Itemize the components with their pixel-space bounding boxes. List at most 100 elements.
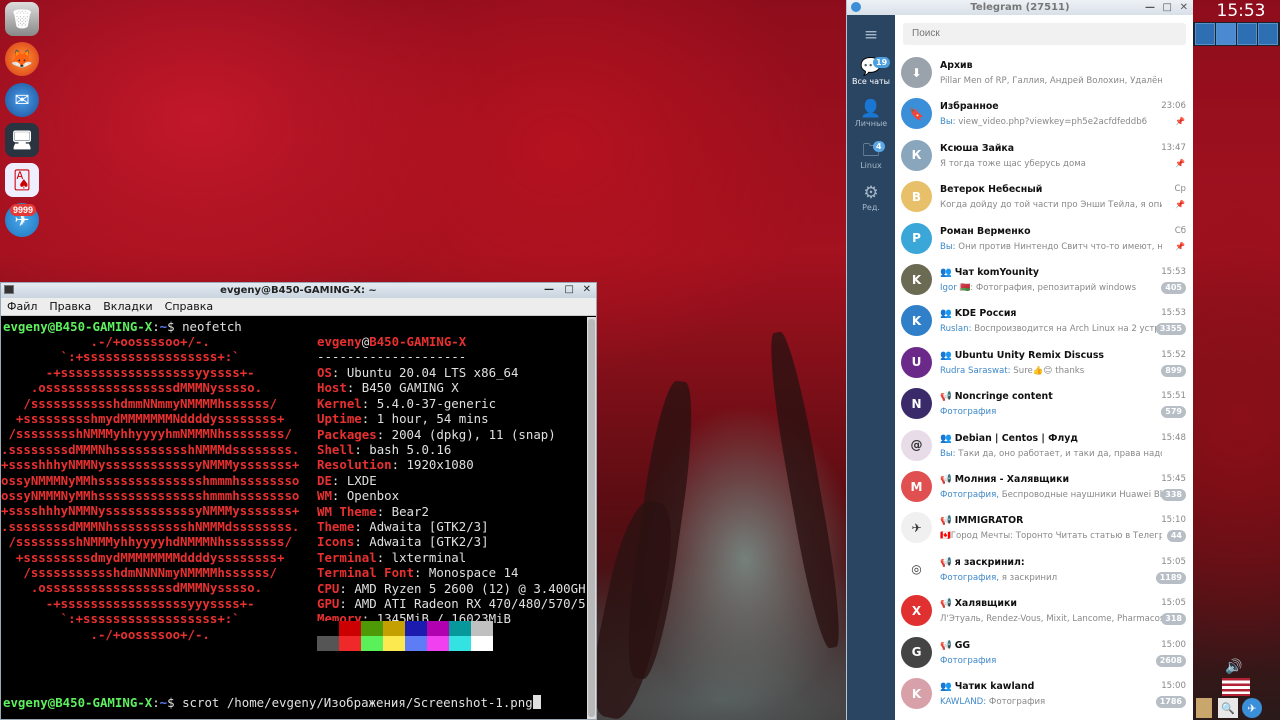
telegram-window[interactable]: Telegram (27511) — □ ✕ ≡ 💬 Все чаты 19 👤 Лич…	[846, 0, 1193, 720]
scrollbar-thumb[interactable]	[588, 319, 595, 717]
hamburger-menu-icon[interactable]: ≡	[847, 25, 895, 45]
palette-swatch	[471, 621, 493, 636]
keyboard-layout-flag-icon[interactable]	[1222, 678, 1250, 696]
unread-badge: 405	[1161, 282, 1186, 294]
folder-0[interactable]: 💬 Все чаты 19	[847, 57, 895, 86]
chat-list-item[interactable]: G 📢 GG 15:00 Фотография 2608	[895, 632, 1194, 673]
info-line: Theme: Adwaita [GTK2/3]	[317, 519, 489, 534]
menu-edit[interactable]: Правка	[49, 300, 91, 313]
chat-name: 📢 Молния - Халявщики	[940, 474, 1070, 485]
volume-icon[interactable]: 🔊	[1222, 656, 1246, 678]
chat-preview: Я тогда тоже щас уберусь дома	[940, 158, 1086, 169]
info-value: 1920x1080	[406, 457, 474, 473]
unread-badge: 1786	[1155, 696, 1186, 708]
palette-swatch	[427, 636, 449, 651]
chat-name: 👥 Debian | Centos | Флуд	[940, 432, 1078, 444]
neofetch-user-host: evgeny@B450-GAMING-X	[317, 334, 467, 349]
thunderbird-icon[interactable]: ✉	[5, 83, 39, 117]
unread-badge: 338	[1161, 489, 1186, 501]
chat-time: 15:51	[1161, 391, 1186, 402]
info-value: 5.4.0-37-generic	[376, 395, 497, 411]
search-input[interactable]	[903, 23, 1186, 45]
clock[interactable]: 15:53	[1202, 0, 1280, 22]
folder-3[interactable]: ⚙ Ред.	[847, 183, 895, 212]
terminal-scrollbar[interactable]	[587, 317, 596, 719]
terminal-titlebar[interactable]: evgeny@B450-GAMING-X: ~ — □ ✕	[1, 283, 596, 298]
cards-icon[interactable]: 🂡	[5, 163, 39, 197]
chat-list-item[interactable]: 🔖 Избранное 23:06 Вы: view_video.php?viewke…	[895, 93, 1194, 134]
telegram-title: Telegram (27511)	[970, 2, 1070, 13]
folder-icon: ⚙	[863, 183, 879, 203]
desktop-2[interactable]	[1216, 23, 1236, 45]
menu-file[interactable]: Файл	[7, 300, 37, 313]
info-line: GPU: AMD ATI Radeon RX 470/480/570/5	[317, 596, 586, 611]
info-value: AMD ATI Radeon RX 470/480/570/5	[354, 596, 586, 611]
chat-list-item[interactable]: М 📢 Молния - Халявщики 15:45 Фотография, Бес…	[895, 466, 1194, 507]
telegram-tray-icon[interactable]: ✈	[1242, 698, 1262, 718]
info-line: WM Theme: Bear2	[317, 503, 429, 519]
menu-help[interactable]: Справка	[165, 300, 213, 313]
chat-avatar: Р	[901, 222, 932, 254]
terminal-output[interactable]: evgeny@B450-GAMING-X:~$ neofetch .-/+oos…	[1, 317, 587, 719]
palette-swatch	[339, 636, 361, 651]
chat-list-item[interactable]: ◎ 📢 я заскринил: 15:05 Фотография, я заскрин…	[895, 549, 1194, 590]
chat-list-item[interactable]: Р Роман Верменко Сб Вы: Они против Нинтендо…	[895, 218, 1194, 259]
telegram-titlebar[interactable]: Telegram (27511) — □ ✕	[847, 0, 1193, 15]
info-key: CPU	[317, 580, 340, 596]
chat-list-item[interactable]: ⬇ Архив Pillar Men of RP, Галлия, Андрей В…	[895, 52, 1194, 93]
folder-1[interactable]: 👤 Личные	[847, 99, 895, 128]
info-value: LXDE	[346, 472, 377, 488]
minimize-icon[interactable]: —	[544, 284, 554, 295]
monitor-icon[interactable]: 🖥	[5, 123, 39, 157]
chat-name: 📢 Noncringe content	[940, 391, 1053, 403]
chat-list-item[interactable]: K 👥 Чатик kawland 15:00 KAWLAND: Фотография 1…	[895, 673, 1194, 714]
folder-label: Linux	[860, 161, 882, 170]
logo-line: .osssssssssssssssssdMMMNysssso.	[1, 380, 263, 396]
chat-list-item[interactable]: K 👥 KDE Россия 15:53 Ruslan: Воспроизводится…	[895, 300, 1194, 341]
clipboard-icon[interactable]	[1196, 698, 1212, 718]
logo-line: .ssssssssdMMMNhsssssssssshNMMMdssssssss.	[1, 441, 300, 457]
desktop-1[interactable]	[1195, 23, 1215, 45]
chat-preview: Вы: Они против Нинтендо Свитч что-то име…	[940, 241, 1162, 252]
palette-swatch	[317, 621, 339, 636]
maximize-icon[interactable]: □	[565, 284, 574, 295]
chat-list-item[interactable]: ✈ 📢 IMMIGRATOR 15:10 🇨🇦Город Мечты: Торонто …	[895, 507, 1194, 548]
close-icon[interactable]: ✕	[583, 284, 591, 295]
desktop-4[interactable]	[1258, 23, 1278, 45]
logo-line: ossyNMMMNyMMhsssssssssssssshmmmhssssssso	[1, 472, 300, 488]
chat-time: Ср	[1174, 184, 1186, 195]
chat-avatar: 🔖	[901, 98, 932, 130]
chat-avatar: U	[901, 346, 932, 378]
chat-list-item[interactable]: K 👥 Чат komYounity 15:53 Igor 🇧🇾: Фотография…	[895, 259, 1194, 300]
trash-icon[interactable]: 🗑	[5, 2, 39, 36]
chat-name: Избранное	[940, 101, 999, 113]
info-key: Theme	[317, 519, 355, 534]
logo-line: +sssshhhyNMMNyssssssssssssyNMMMysssssss+	[1, 503, 300, 519]
telegram-logo-icon	[851, 2, 861, 12]
palette-swatch	[339, 621, 361, 636]
chat-list-item[interactable]: N 📢 Noncringe content 15:51 Фотография 579	[895, 383, 1194, 424]
chat-list-item[interactable]: U 👥 Ubuntu Unity Remix Discuss 15:52 Rudra S…	[895, 342, 1194, 383]
pin-icon: 📌	[1175, 241, 1185, 251]
close-icon[interactable]: ✕	[1180, 0, 1188, 15]
unread-badge: 3355	[1155, 323, 1186, 336]
chat-list-item[interactable]: Х 📢 Халявщики 15:05 Л'Этуаль, Rendez-Vous, M…	[895, 590, 1194, 631]
maximize-icon[interactable]: □	[1163, 0, 1172, 15]
folder-2[interactable]: 🗀 Linux 4	[847, 141, 895, 170]
chat-list-item[interactable]: К Ксюша Зайка 13:47 Я тогда тоже щас уберус…	[895, 135, 1194, 176]
chat-preview: Фотография, я заскринил	[940, 572, 1058, 583]
menu-tabs[interactable]: Вкладки	[103, 300, 152, 313]
chat-type-icon: 📢	[940, 474, 952, 485]
firefox-icon[interactable]: 🦊	[5, 42, 39, 76]
desktop-3[interactable]	[1237, 23, 1257, 45]
chat-type-icon: 👥	[940, 308, 952, 320]
chat-list-item[interactable]: В Ветерок Небесный Ср Когда дойду до той ча…	[895, 176, 1194, 217]
folder-unread-badge: 4	[873, 141, 885, 152]
minimize-icon[interactable]: —	[1145, 0, 1155, 15]
screenshot-tool-icon[interactable]: 🔍	[1218, 698, 1238, 718]
chat-list-item[interactable]: @ 👥 Debian | Centos | Флуд 15:48 Вы: Таки да…	[895, 425, 1194, 466]
terminal-window[interactable]: evgeny@B450-GAMING-X: ~ — □ ✕ Файл Правк…	[0, 282, 597, 720]
chat-name: 📢 IMMIGRATOR	[940, 515, 1024, 527]
chat-preview: Ruslan: Воспроизводится на Arch Linux на…	[940, 324, 1162, 335]
chat-name: 👥 Ubuntu Unity Remix Discuss	[940, 349, 1104, 361]
